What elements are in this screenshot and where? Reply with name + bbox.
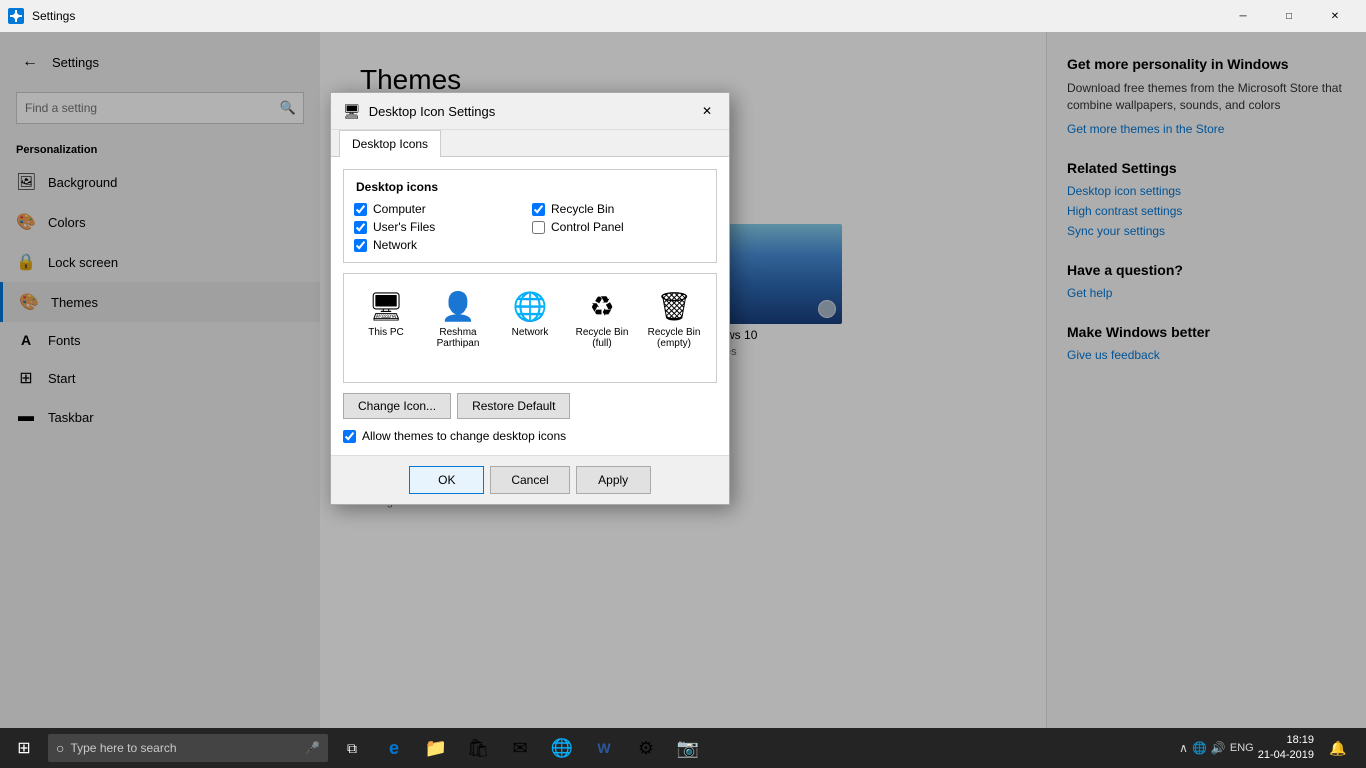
recycle-empty-icon: 🗑 [656,290,692,323]
control-panel-checkbox[interactable] [532,221,545,234]
computer-label: Computer [373,202,426,216]
tab-desktop-icons[interactable]: Desktop Icons [339,130,441,157]
network-label: Network [373,238,417,252]
checkbox-col: Computer Recycle Bin User's Files Contro… [354,202,706,252]
icon-recycle-empty[interactable]: 🗑 Recycle Bin (empty) [640,282,708,374]
settings-title-icon [8,8,24,24]
checkbox-computer[interactable]: Computer [354,202,528,216]
taskbar-apps: ⧉ e 📁 🛍 ✉ 🌐 W ⚙ 📷 [328,728,712,768]
cancel-button[interactable]: Cancel [490,466,569,494]
modal-body: Desktop icons Computer Recycle Bin User'… [331,157,729,455]
network-preview-icon: 🌐 [513,290,548,323]
title-bar-label: Settings [32,9,75,23]
task-view-button[interactable]: ⧉ [332,728,372,768]
cortana-icon: ○ [56,740,64,756]
allow-themes-label: Allow themes to change desktop icons [362,429,566,443]
title-bar: Settings ─ □ ✕ [0,0,1366,32]
taskbar-search-text: Type here to search [70,741,176,755]
network-status-icon[interactable]: 🌐 [1192,741,1207,755]
network-preview-label: Network [512,327,549,338]
reshma-label: Reshma Parthipan [430,327,486,349]
modal-app-icon: 🖥 [343,103,361,120]
modal-buttons: Change Icon... Restore Default [343,393,717,419]
minimize-button[interactable]: ─ [1220,0,1266,32]
photos-button[interactable]: 📷 [668,728,708,768]
edge-button[interactable]: e [374,728,414,768]
modal-footer: OK Cancel Apply [331,455,729,504]
notification-button[interactable]: 🔔 [1318,728,1358,768]
taskbar: ⊞ ○ Type here to search 🎤 ⧉ e 📁 🛍 ✉ 🌐 W … [0,728,1366,768]
mic-icon: 🎤 [305,741,320,755]
checkbox-control-panel[interactable]: Control Panel [532,220,706,234]
desktop-icons-group: Desktop icons Computer Recycle Bin User'… [343,169,717,263]
language-indicator[interactable]: ENG [1230,742,1254,754]
this-pc-icon: 🖥 [368,290,404,323]
time-display: 18:19 [1258,733,1314,748]
recycle-full-label: Recycle Bin (full) [574,327,630,349]
icon-reshma[interactable]: 👤 Reshma Parthipan [424,282,492,374]
icon-this-pc[interactable]: 🖥 This PC [352,282,420,374]
modal-tabs: Desktop Icons [331,130,729,157]
taskbar-search[interactable]: ○ Type here to search 🎤 [48,734,328,762]
network-checkbox[interactable] [354,239,367,252]
recycle-bin-label: Recycle Bin [551,202,614,216]
users-files-checkbox[interactable] [354,221,367,234]
restore-default-button[interactable]: Restore Default [457,393,570,419]
mail-button[interactable]: ✉ [500,728,540,768]
icon-network[interactable]: 🌐 Network [496,282,564,374]
taskbar-system: ∧ 🌐 🔊 ENG 18:19 21-04-2019 🔔 [1171,728,1366,768]
start-windows-icon: ⊞ [17,738,30,758]
recycle-full-icon: ♻ [589,290,614,323]
icon-recycle-full[interactable]: ♻ Recycle Bin (full) [568,282,636,374]
icon-preview-grid: 🖥 This PC 👤 Reshma Parthipan 🌐 Network ♻… [343,273,717,383]
reshma-icon: 👤 [441,290,476,323]
title-bar-controls: ─ □ ✕ [1220,0,1358,32]
checkbox-network[interactable]: Network [354,238,528,252]
modal-overlay: 🖥 Desktop Icon Settings ✕ Desktop Icons … [0,32,1366,728]
settings-taskbar-button[interactable]: ⚙ [626,728,666,768]
file-explorer-button[interactable]: 📁 [416,728,456,768]
change-icon-button[interactable]: Change Icon... [343,393,451,419]
control-panel-label: Control Panel [551,220,624,234]
maximize-button[interactable]: □ [1266,0,1312,32]
modal-title-text: Desktop Icon Settings [369,104,495,119]
desktop-icon-settings-modal: 🖥 Desktop Icon Settings ✕ Desktop Icons … [330,92,730,505]
computer-checkbox[interactable] [354,203,367,216]
modal-close-button[interactable]: ✕ [697,101,717,121]
system-clock: 18:19 21-04-2019 [1258,733,1314,764]
apply-button[interactable]: Apply [576,466,651,494]
close-button[interactable]: ✕ [1312,0,1358,32]
date-display: 21-04-2019 [1258,748,1314,763]
allow-themes-checkbox[interactable] [343,430,356,443]
chevron-up-icon[interactable]: ∧ [1179,741,1188,755]
recycle-bin-checkbox[interactable] [532,203,545,216]
recycle-empty-label: Recycle Bin (empty) [646,327,702,349]
ok-button[interactable]: OK [409,466,484,494]
title-bar-left: Settings [8,8,75,24]
users-files-label: User's Files [373,220,435,234]
volume-icon[interactable]: 🔊 [1211,741,1226,755]
modal-title-left: 🖥 Desktop Icon Settings [343,103,495,120]
allow-themes-row[interactable]: Allow themes to change desktop icons [343,429,717,443]
word-button[interactable]: W [584,728,624,768]
checkbox-recycle-bin[interactable]: Recycle Bin [532,202,706,216]
start-button[interactable]: ⊞ [0,728,48,768]
store-button[interactable]: 🛍 [458,728,498,768]
chrome-button[interactable]: 🌐 [542,728,582,768]
group-title: Desktop icons [354,180,706,194]
this-pc-label: This PC [368,327,404,338]
checkbox-users-files[interactable]: User's Files [354,220,528,234]
modal-title-bar: 🖥 Desktop Icon Settings ✕ [331,93,729,130]
